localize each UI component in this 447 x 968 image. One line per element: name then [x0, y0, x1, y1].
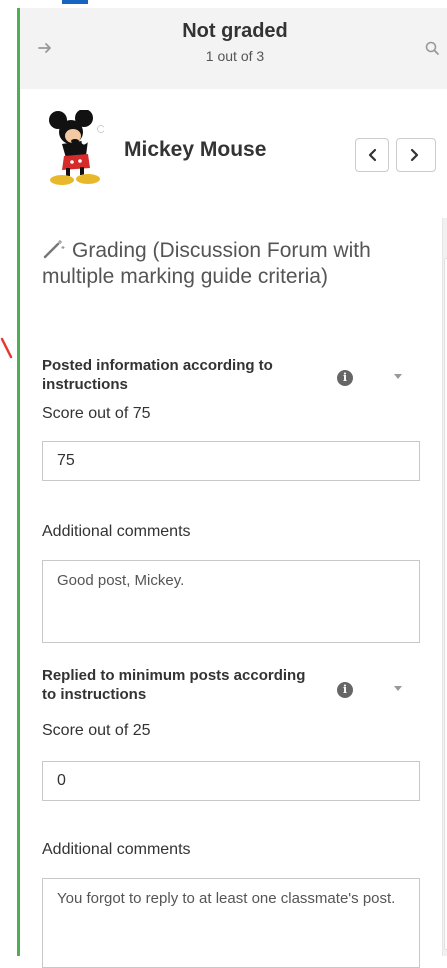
- panel-header: Not graded 1 out of 3: [20, 8, 447, 89]
- grading-title-text: Grading (Discussion Forum with multiple …: [42, 239, 371, 288]
- previous-student-button[interactable]: [355, 138, 389, 172]
- magic-wand-icon: [43, 240, 65, 259]
- next-student-button[interactable]: [396, 138, 436, 172]
- grading-panel: Not graded 1 out of 3 Mickey Mouse Gradi…: [17, 8, 447, 968]
- score-input[interactable]: [42, 441, 420, 481]
- top-accent-bar: [62, 0, 88, 4]
- avatar: [49, 110, 104, 185]
- annotation-mark: [0, 337, 13, 359]
- search-button[interactable]: [422, 38, 444, 60]
- score-label: Score out of 25: [42, 722, 151, 739]
- score-input[interactable]: [42, 761, 420, 801]
- criterion-title: Replied to minimum posts according to in…: [42, 667, 306, 703]
- comments-textarea[interactable]: You forgot to reply to at least one clas…: [42, 878, 420, 968]
- student-selector: Mickey Mouse: [20, 90, 447, 216]
- student-name: Mickey Mouse: [124, 138, 267, 161]
- scrollbar[interactable]: [442, 218, 447, 956]
- caret-down-icon[interactable]: [394, 686, 402, 691]
- chevron-right-icon: [410, 148, 419, 162]
- score-label: Score out of 75: [42, 405, 151, 422]
- grading-content: Grading (Discussion Forum with multiple …: [20, 218, 447, 968]
- comments-textarea[interactable]: Good post, Mickey.: [42, 560, 420, 643]
- comments-label: Additional comments: [42, 523, 191, 540]
- criterion-title: Posted information according to instruct…: [42, 357, 273, 393]
- grading-status-count: 1 out of 3: [205, 48, 265, 64]
- info-icon[interactable]: i: [337, 370, 353, 386]
- grading-form: Grading (Discussion Forum with multiple …: [20, 218, 442, 968]
- chevron-left-icon: [368, 148, 377, 162]
- comments-label: Additional comments: [42, 841, 191, 858]
- search-icon: [425, 41, 439, 55]
- caret-down-icon[interactable]: [394, 374, 402, 379]
- grading-heading: Grading (Discussion Forum with multiple …: [42, 238, 422, 290]
- grading-status-title: Not graded: [182, 20, 288, 42]
- info-icon[interactable]: i: [337, 682, 353, 698]
